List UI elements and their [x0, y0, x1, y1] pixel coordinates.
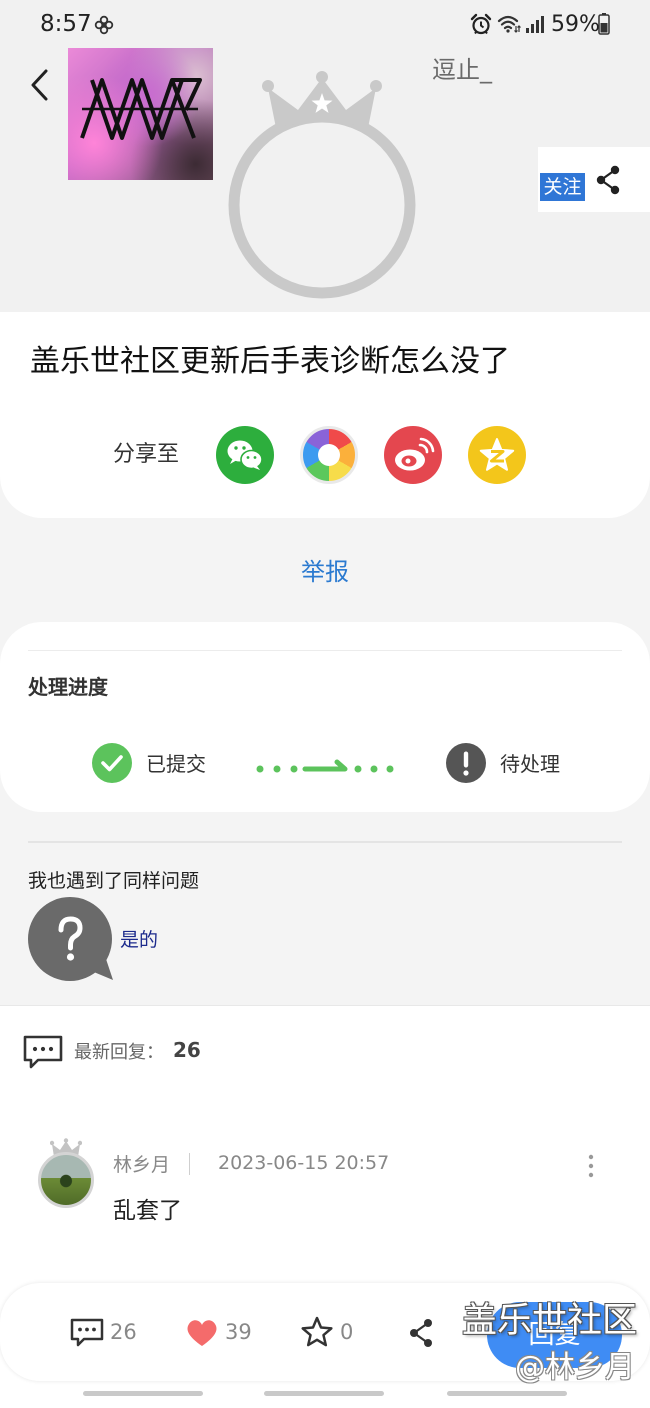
- question-bubble-icon: [27, 896, 117, 986]
- action-like-button[interactable]: 39: [185, 1316, 255, 1350]
- battery-icon: [598, 13, 610, 35]
- comment-icon: [22, 1034, 64, 1070]
- fan-icon: [94, 15, 114, 35]
- exclamation-circle-icon: [446, 743, 486, 783]
- comment-meta-separator: [189, 1153, 190, 1175]
- share-icon: [595, 165, 621, 195]
- more-options-icon[interactable]: [586, 1153, 596, 1179]
- signal-icon: [525, 15, 545, 33]
- nav-gesture-right: [447, 1391, 567, 1396]
- wifi-icon: [497, 14, 521, 34]
- heart-icon: [185, 1318, 219, 1348]
- latest-replies-label: 最新回复：: [74, 1042, 164, 1063]
- nav-gesture-left: [83, 1391, 203, 1396]
- follow-button[interactable]: 关注: [540, 173, 585, 201]
- action-comment-button[interactable]: 26: [70, 1316, 140, 1350]
- comment-author[interactable]: 林乡月: [113, 1156, 170, 1175]
- watermark-brand: 盖乐世社区: [462, 1301, 638, 1341]
- nav-gesture-center: [264, 1391, 384, 1396]
- username[interactable]: 逗止_: [432, 58, 492, 82]
- progress-title: 处理进度: [28, 675, 108, 699]
- progress-divider: [28, 650, 622, 651]
- comment-count: 26: [110, 1320, 137, 1344]
- action-share-button[interactable]: [408, 1318, 434, 1348]
- moments-icon: [318, 444, 340, 466]
- share-icon: [408, 1318, 434, 1348]
- comment-time: 2023-06-15 20:57: [218, 1152, 390, 1174]
- weibo-icon: [384, 426, 442, 484]
- post-card: [0, 312, 650, 518]
- crown-frame-icon: [220, 70, 425, 310]
- star-icon: [300, 1316, 334, 1348]
- share-moments-button[interactable]: [300, 426, 358, 484]
- commenter-avatar[interactable]: [38, 1152, 94, 1208]
- comment-text: 乱套了: [113, 1198, 182, 1224]
- step-pending-label: 待处理: [500, 752, 560, 776]
- check-circle-icon: [92, 743, 132, 783]
- action-favorite-button[interactable]: 0: [300, 1316, 360, 1350]
- share-to-label: 分享至: [113, 442, 180, 467]
- same-issue-answer: 是的: [120, 929, 159, 951]
- wechat-icon: [216, 426, 274, 484]
- app-screen: 8:57 59% 逗止_ 关注 盖乐世社区更新后手表诊断怎么没了 分享至 举报 …: [0, 0, 650, 1408]
- share-button[interactable]: [595, 165, 621, 195]
- share-qzone-button[interactable]: [468, 426, 526, 484]
- status-time: 8:57: [40, 11, 92, 37]
- comment-icon: [70, 1318, 104, 1348]
- share-weibo-button[interactable]: [384, 426, 442, 484]
- user-avatar[interactable]: [68, 48, 213, 180]
- like-count: 39: [225, 1320, 252, 1344]
- battery-percent: 59%: [551, 12, 600, 37]
- latest-replies-count: 26: [173, 1038, 201, 1062]
- same-issue-yes-button[interactable]: 是的: [27, 896, 177, 986]
- qzone-icon: [468, 426, 526, 484]
- step-submitted-label: 已提交: [146, 752, 206, 776]
- favorite-count: 0: [340, 1320, 354, 1344]
- back-button[interactable]: [28, 68, 52, 102]
- avatar-logo: [80, 78, 202, 140]
- section-divider: [28, 841, 622, 843]
- report-link[interactable]: 举报: [0, 560, 650, 584]
- alarm-icon: [470, 13, 492, 35]
- share-wechat-button[interactable]: [216, 426, 274, 484]
- same-issue-question: 我也遇到了同样问题: [28, 870, 200, 892]
- post-title: 盖乐世社区更新后手表诊断怎么没了: [30, 344, 510, 379]
- chevron-left-icon: [28, 68, 52, 102]
- watermark-author: @林乡月: [515, 1350, 635, 1385]
- progress-arrow-icon: [255, 756, 395, 780]
- comment-item: 林乡月 2023-06-15 20:57 乱套了: [0, 1130, 650, 1240]
